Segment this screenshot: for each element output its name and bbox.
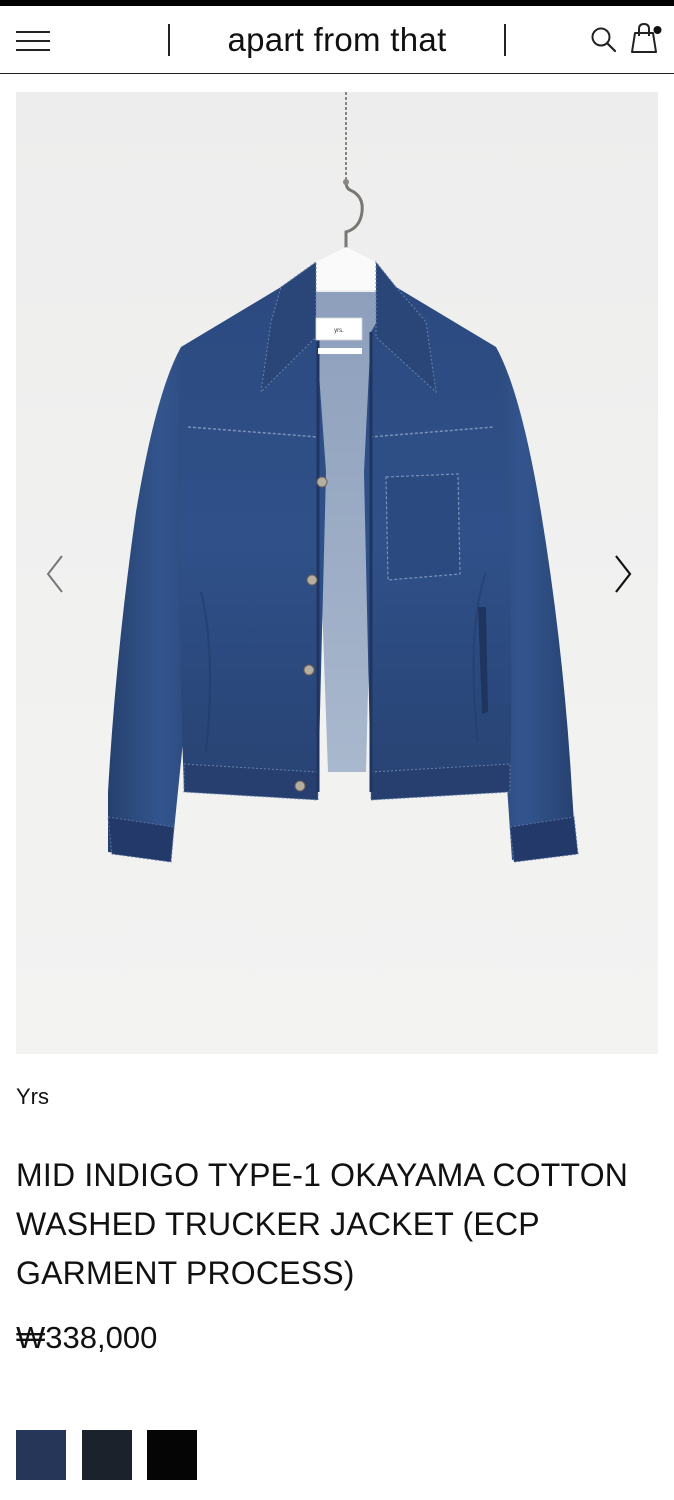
shopping-bag-icon[interactable] — [630, 22, 664, 56]
site-header: apart from that — [0, 6, 674, 74]
site-logo[interactable]: apart from that — [170, 20, 504, 60]
hamburger-menu-icon[interactable] — [16, 29, 50, 53]
product-image: yrs. — [107, 92, 579, 863]
color-swatch-navy[interactable] — [16, 1430, 66, 1480]
product-brand[interactable]: Yrs — [16, 1084, 49, 1110]
chevron-right-icon[interactable] — [608, 552, 636, 596]
product-image-gallery[interactable]: yrs. — [16, 92, 658, 1054]
color-swatch-black[interactable] — [147, 1430, 197, 1480]
product-price: ₩338,000 — [16, 1320, 158, 1355]
header-divider-right — [504, 24, 506, 56]
chevron-left-icon[interactable] — [42, 552, 70, 596]
product-title: MID INDIGO TYPE-1 OKAYAMA COTTON WASHED … — [16, 1157, 629, 1291]
search-icon[interactable] — [590, 26, 618, 54]
color-swatch-charcoal[interactable] — [82, 1430, 132, 1480]
label-brand-text: yrs. — [334, 328, 344, 334]
